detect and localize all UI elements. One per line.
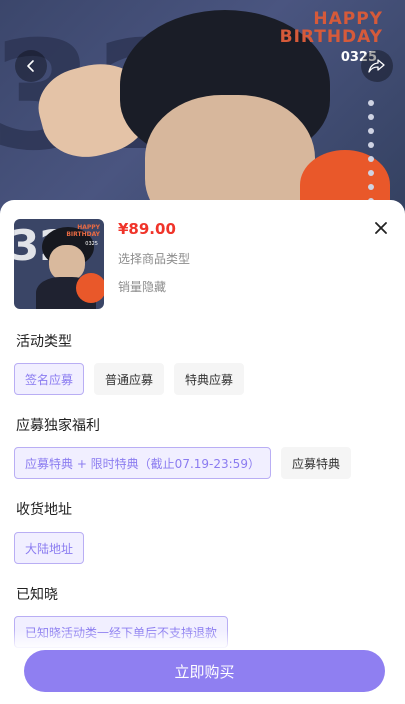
hero-birthday-line2: BIRTHDAY — [279, 27, 383, 47]
product-price: ¥89.00 — [118, 220, 176, 238]
purchase-sheet: 32 HAPPY BIRTHDAY 0325 ¥89.00 选择商品类型 销量隐… — [0, 200, 405, 704]
acknowledge-title: 已知晓 — [16, 587, 58, 603]
option-special-raffle[interactable]: 特典应募 — [174, 363, 245, 395]
activity-type-options: 签名应募 普通应募 特典应募 — [14, 363, 245, 395]
thumb-face-shape — [49, 245, 85, 281]
hero-birthday-line1: HAPPY — [313, 9, 383, 29]
activity-type-title: 活动类型 — [16, 334, 72, 350]
address-title: 收货地址 — [16, 502, 72, 518]
type-hint: 选择商品类型 — [118, 252, 191, 266]
close-icon — [375, 222, 387, 234]
thumb-code: 0325 — [85, 241, 98, 247]
benefits-options: 应募特典 + 限时特典（截止07.19-23:59） 应募特典 — [14, 447, 351, 479]
close-button[interactable] — [371, 218, 391, 238]
scroll-fade — [0, 630, 405, 650]
buy-now-button[interactable]: 立即购买 — [24, 650, 385, 692]
product-thumbnail: 32 HAPPY BIRTHDAY 0325 — [14, 219, 104, 309]
sales-hint: 销量隐藏 — [118, 280, 167, 294]
back-button[interactable] — [15, 50, 47, 82]
product-hero-image: 32 HAPPY BIRTHDAY 0325 — [0, 0, 405, 230]
share-icon — [368, 59, 385, 73]
option-normal-raffle[interactable]: 普通应募 — [94, 363, 165, 395]
chevron-left-icon — [27, 60, 34, 72]
option-raffle-bonus[interactable]: 应募特典 — [280, 447, 351, 479]
thumb-birthday-line2: BIRTHDAY — [66, 231, 100, 238]
option-signed-raffle[interactable]: 签名应募 — [14, 363, 85, 395]
thumb-orange-shape — [76, 273, 104, 303]
hero-birthday-text: HAPPY BIRTHDAY — [280, 10, 383, 46]
share-button[interactable] — [361, 50, 393, 82]
benefits-title: 应募独家福利 — [16, 418, 100, 434]
option-raffle-plus-limited-bonus[interactable]: 应募特典 + 限时特典（截止07.19-23:59） — [14, 447, 271, 479]
thumb-birthday-line1: HAPPY — [77, 224, 100, 231]
thumb-birthday-text: HAPPY BIRTHDAY — [66, 224, 100, 238]
option-mainland-address[interactable]: 大陆地址 — [14, 532, 85, 564]
address-options: 大陆地址 — [14, 532, 85, 564]
